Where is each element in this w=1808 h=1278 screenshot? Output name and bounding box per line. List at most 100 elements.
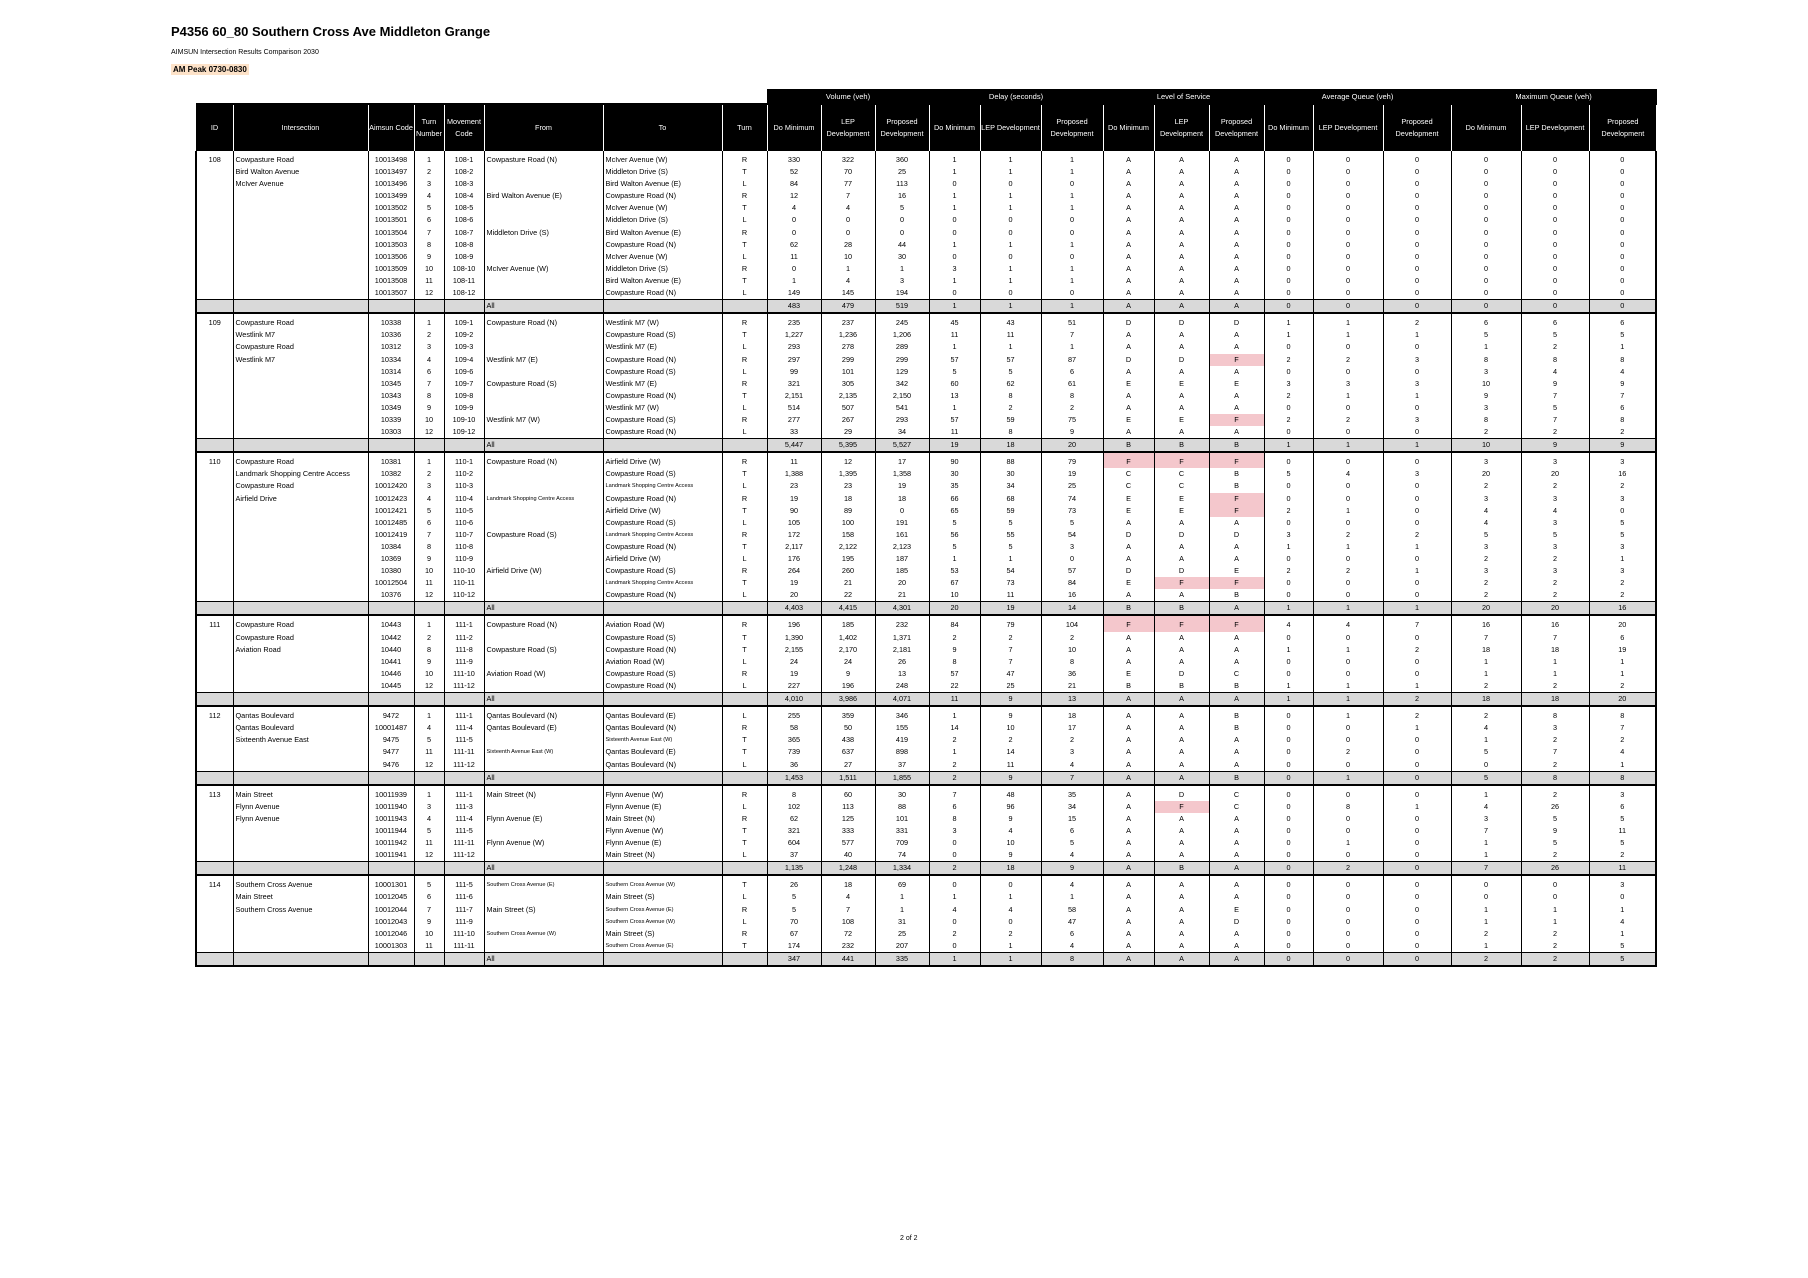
value-cell: 1	[928, 166, 980, 179]
turn-cell: T	[721, 274, 767, 288]
value-cell: 0	[1312, 492, 1384, 505]
value-cell: 0	[1382, 214, 1452, 227]
intersection-name	[232, 758, 368, 772]
value-cell: 74	[874, 849, 929, 862]
from-cell	[483, 800, 603, 813]
table-row: 10012419 7 110-7 Cowpasture Road (S) Landmar…	[195, 528, 1658, 541]
value-cell: 100	[820, 516, 875, 529]
value-cell: 1	[874, 262, 929, 275]
to-cell: Southern Cross Avenue (W)	[602, 915, 722, 928]
value-cell: 305	[820, 377, 875, 390]
value-cell: D	[1153, 667, 1210, 680]
value-cell: 278	[820, 341, 875, 354]
movement-code: 108-1	[443, 151, 484, 167]
value-cell: 2	[1520, 577, 1590, 590]
value-cell: E	[1102, 492, 1155, 505]
turn-number: 3	[413, 341, 444, 354]
value-cell: 25	[874, 927, 929, 940]
value-cell: 51	[1040, 313, 1104, 330]
value-cell: 0	[928, 178, 980, 191]
from-cell	[483, 589, 603, 602]
value-cell: 5	[1263, 468, 1314, 481]
summary-blank	[367, 438, 414, 454]
from-cell	[483, 577, 603, 590]
turn-cell: R	[721, 615, 767, 632]
summary-blank	[232, 601, 368, 617]
value-cell: 0	[928, 226, 980, 239]
movement-code: 108-5	[443, 202, 484, 215]
to-cell: McIver Avenue (W)	[602, 202, 722, 215]
from-cell: Flynn Avenue (E)	[483, 812, 603, 825]
intersection-id	[195, 655, 233, 668]
value-cell: 4	[1263, 615, 1314, 632]
value-cell: 20	[766, 589, 821, 602]
value-cell: 7	[1520, 413, 1590, 427]
aimsun-code: 10012420	[367, 480, 414, 493]
value-cell: A	[1153, 915, 1210, 928]
value-cell: 1	[1520, 903, 1590, 916]
summary-value: 20	[928, 601, 980, 617]
to-cell: Westlink M7 (E)	[602, 377, 722, 390]
to-cell: McIver Avenue (W)	[602, 151, 722, 167]
aimsun-code: 10443	[367, 615, 414, 632]
value-cell: 0	[1040, 553, 1104, 566]
value-cell: 0	[1312, 631, 1384, 644]
to-cell: Airfield Drive (W)	[602, 553, 722, 566]
aimsun-code: 10013498	[367, 151, 414, 167]
value-cell: A	[1153, 812, 1210, 825]
movement-code: 111-10	[443, 667, 484, 680]
intersection-name	[232, 238, 368, 251]
value-cell: 2	[928, 734, 980, 747]
to-cell: Cowpasture Road (N)	[602, 492, 722, 505]
summary-all-label: All	[483, 770, 603, 786]
group-header: Volume (veh)	[766, 89, 930, 105]
value-cell: 0	[1312, 226, 1384, 239]
value-cell: A	[1208, 178, 1265, 191]
value-cell: 62	[766, 238, 821, 251]
to-cell: Westlink M7 (W)	[602, 401, 722, 414]
turn-number: 9	[413, 553, 444, 566]
intersection-name: Sixteenth Avenue East	[232, 734, 368, 747]
value-cell: 14	[979, 746, 1041, 759]
turn-number: 9	[413, 250, 444, 263]
value-cell: A	[1153, 426, 1210, 439]
turn-number: 9	[413, 915, 444, 928]
intersection-id	[195, 589, 233, 602]
table-row: 10012485 6 110-6 Cowpasture Road (S) L 105 100…	[195, 516, 1658, 529]
summary-blank	[443, 861, 484, 877]
column-header-row: ID Intersection Aimsun Code Turn Number Move…	[195, 103, 1657, 151]
turn-number: 7	[413, 377, 444, 390]
value-cell: 0	[766, 226, 821, 239]
value-cell: 0	[1263, 589, 1314, 602]
value-cell: 0	[928, 250, 980, 263]
intersection-id	[195, 903, 233, 916]
value-cell: 6	[1040, 927, 1104, 940]
summary-value: 479	[820, 299, 875, 315]
aimsun-code: 10380	[367, 565, 414, 578]
turn-cell: L	[721, 341, 767, 354]
turn-number: 1	[413, 452, 444, 469]
value-cell: 19	[766, 577, 821, 590]
summary-value: 20	[1040, 438, 1104, 454]
value-cell: 2	[1588, 849, 1658, 862]
value-cell: 2	[1520, 734, 1590, 747]
value-cell: A	[1153, 722, 1210, 735]
value-cell: 10	[928, 589, 980, 602]
column-header: LEP Development	[1520, 103, 1590, 151]
movement-code: 108-2	[443, 166, 484, 179]
turn-number: 5	[413, 504, 444, 517]
table-row: Landmark Shopping Centre Access 10382 2 110…	[195, 468, 1658, 481]
value-cell: 2	[1588, 734, 1658, 747]
value-cell: 4	[979, 903, 1041, 916]
value-cell: A	[1153, 329, 1210, 342]
value-cell: 0	[1263, 667, 1314, 680]
value-cell: A	[1153, 903, 1210, 916]
turn-number: 8	[413, 238, 444, 251]
value-cell: 1	[1040, 166, 1104, 179]
value-cell: 2	[1520, 589, 1590, 602]
aimsun-code: 9475	[367, 734, 414, 747]
value-cell: 2	[979, 734, 1041, 747]
value-cell: 1	[1040, 190, 1104, 203]
value-cell: A	[1153, 746, 1210, 759]
value-cell: 0	[1312, 214, 1384, 227]
